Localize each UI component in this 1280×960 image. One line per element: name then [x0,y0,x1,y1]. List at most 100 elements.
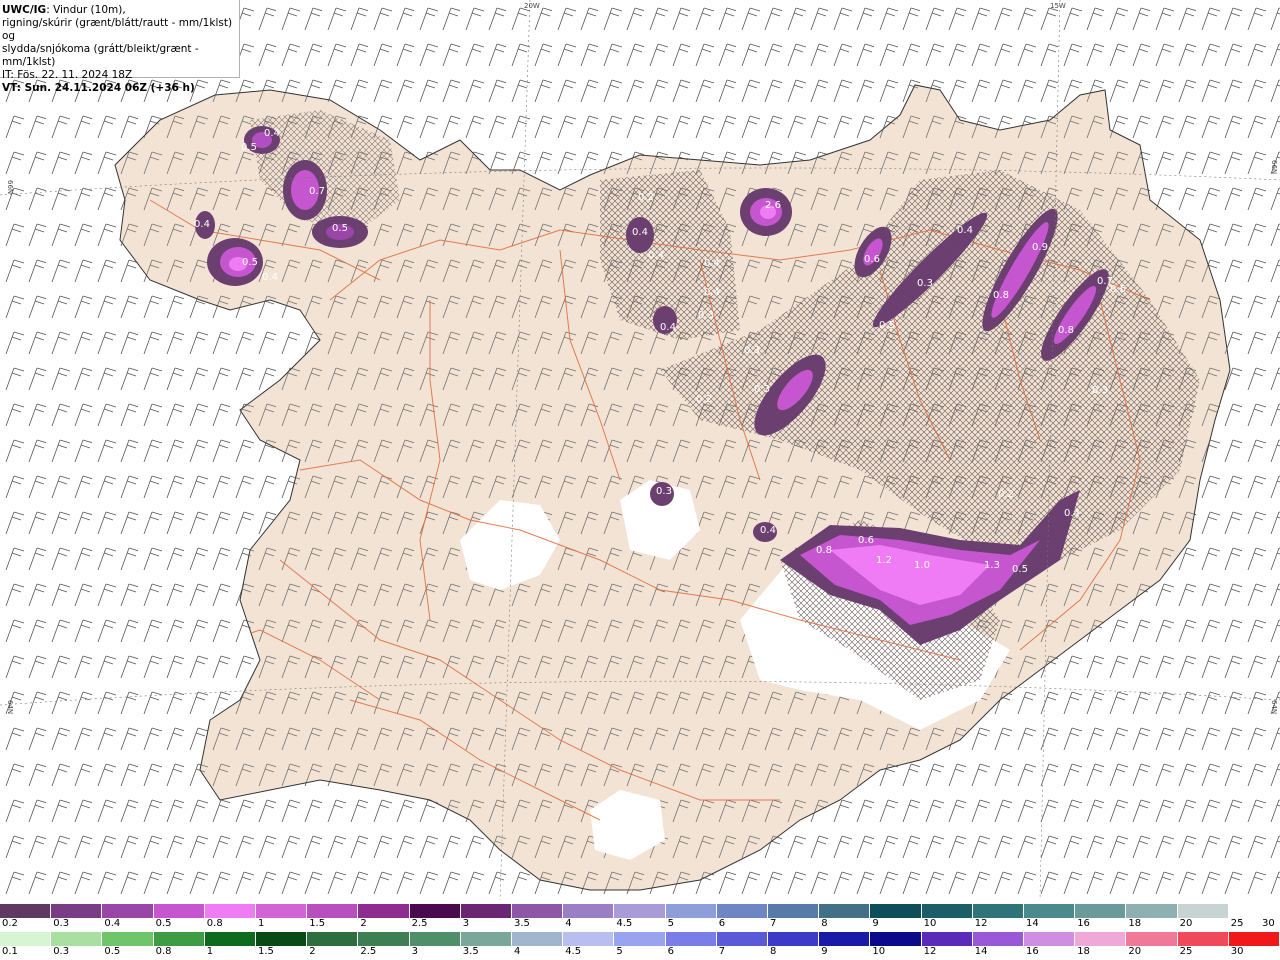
scale-swatch [460,904,513,918]
lon-label-20w: 20W [524,2,540,10]
scale-swatch [972,932,1025,946]
scale-swatch [1075,904,1127,918]
scale-tick-label: 8 [770,946,777,957]
scale-tick-label: 7 [770,918,777,929]
scale-tick-label: 14 [974,946,988,957]
scale-tick-label: 0.3 [53,918,70,929]
precip-value-label: 1.3 [984,560,1000,571]
scale-tick-label: 14 [1026,918,1039,929]
scale-tick-label: 2.5 [360,946,377,957]
precip-value-label: 0.3 [754,384,770,395]
scale-swatch [1177,932,1229,946]
lat-label-left-64n: 64N [6,700,14,714]
scale-tick-label: 0.3 [53,946,70,957]
scale-swatch [921,904,973,918]
scale-tick-label: 25 [1230,918,1244,929]
scale-swatch [819,904,871,918]
header-line2: rigning/skúrir (grænt/blátt/rautt - mm/1… [2,17,233,42]
scale-swatch [512,932,564,946]
map-header: UWC/IG: Vindur (10m), rigning/skúrir (gr… [0,0,240,94]
init-time: IT: Fös. 22. 11. 2024 18Z [2,69,133,81]
scale-tick-label: 0.8 [155,946,172,957]
scale-tick-label: 1.5 [309,918,326,929]
scale-swatch [716,904,769,918]
precip-value-label: 0.5 [1012,564,1028,575]
precip-value-label: 0.4 [262,272,278,283]
precip-value-label: 0.3 [698,310,714,321]
precip-value-label: 0.4 [648,250,664,261]
scale-swatch [665,932,717,946]
scale-tick-label: 2 [360,918,367,929]
header-line1: : Vindur (10m), [46,4,126,16]
scale-tick-label: 1 [206,946,214,957]
precip-value-label: 0.3 [656,486,672,497]
scale-tick-label: 9 [872,918,879,929]
scale-tick-label: 3 [462,918,470,929]
precip-value-label: 0.8 [816,545,832,556]
scale-swatch [358,932,410,946]
precip-value-label: 1.0 [914,560,930,571]
scale-swatch [153,932,205,946]
scale-tick-label: 8 [821,918,828,929]
scale-swatch [1075,932,1127,946]
scale-swatch [256,932,308,946]
scale-tick-label: 12 [923,946,937,957]
scale-tick-label: 30 [1230,946,1244,957]
scale-swatch [0,932,52,946]
scale-tick-label: 18 [1128,918,1142,929]
scale-swatch [768,904,820,918]
scale-swatch [358,904,410,918]
scale-tick-label: 4.5 [565,946,582,957]
scale-tick-label: 2.5 [411,918,428,929]
scale-swatch [716,932,769,946]
lon-label-15w: 15W [1050,2,1066,10]
scale-swatch [409,904,461,918]
precip-value-label: 0.4 [760,525,776,536]
precip-value-label: 0.9 [1032,242,1048,253]
scale-tick-label: 6 [718,918,726,929]
scale-swatch [563,932,615,946]
scale-swatch [512,904,564,918]
scale-swatch [1126,904,1178,918]
scale-tick-label: 5 [616,946,623,957]
precip-value-label: 0.5 [242,257,258,268]
scale-tick-label: 5 [667,918,674,929]
precip-value-label: 0.6 [864,254,880,265]
scale-tick-label: 4 [565,918,572,929]
precip-value-label: 0.4 [1064,508,1080,519]
scale-swatch [1177,904,1229,918]
scale-tick-label: 0.4 [104,918,121,929]
scale-tick-label: 16 [1077,918,1090,929]
scale-tick-label: 7 [718,946,726,957]
precip-value-label: 0.3 [917,278,933,289]
scale-tick-label: 9 [821,946,828,957]
precip-value-label: 0.7 [309,186,325,197]
scale-tick-label: 16 [1026,946,1039,957]
scale-tick-label: 6 [667,946,674,957]
precip-value-label: 0.3 [744,345,760,356]
precip-value-label: 0.5 [241,142,257,153]
scale-swatch [51,904,103,918]
scale-swatch [1126,932,1178,946]
scale-tick-label: 25 [1179,946,1193,957]
scale-swatch [153,904,205,918]
rain-color-scale [0,932,1280,946]
scale-tick-label: 3.5 [462,946,479,957]
scale-tick-label: 0.5 [155,918,172,929]
scale-tick-label: 2 [309,946,316,957]
scale-tick-label: 3.5 [514,918,530,929]
snow-color-scale [0,904,1280,918]
precip-value-label: 0.8 [993,290,1009,301]
valid-time: VT: Sun. 24.11.2024 06Z (+36 h) [2,82,195,94]
lat-label-right-64n: 64N [1270,700,1278,714]
scale-swatch [1024,904,1076,918]
scale-tick-label: 0.5 [104,946,121,957]
scale-swatch [409,932,461,946]
precip-value-label: 0.4 [264,128,280,139]
scale-swatch [460,932,513,946]
precip-value-label: 2.6 [765,200,781,211]
snow-scale-ticks: 0.2 0.3 0.4 0.5 0.8 1 1.5 2 2.5 3 3.5 4 4.5 5 6 7 8 9 10 12… [0,918,1280,931]
precip-value-label: 0.6 [858,535,874,546]
scale-swatch [921,932,973,946]
precip-value-label: 0.4 [660,322,676,333]
